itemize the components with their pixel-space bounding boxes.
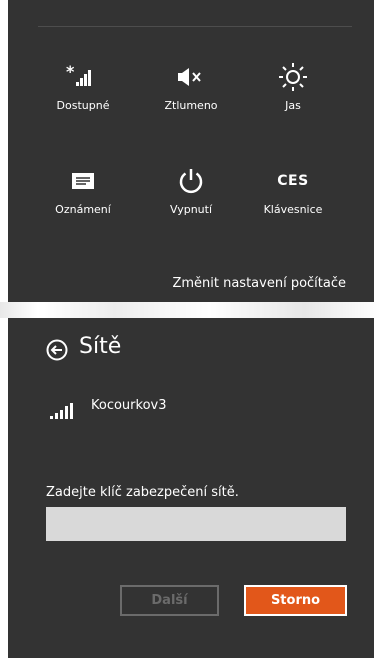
divider (38, 26, 352, 27)
network-list-item[interactable]: Kocourkov3 (48, 396, 328, 426)
quick-setting-volume-label: Ztlumeno (164, 99, 218, 112)
cancel-button[interactable]: Storno (244, 585, 347, 616)
quick-setting-notifications-label: Oznámení (55, 203, 111, 216)
quick-setting-keyboard-label: Klávesnice (263, 203, 323, 216)
screen: * Dostupné Ztlumeno Jas Oznámení Vypnutí… (0, 0, 381, 658)
brightness-icon (243, 60, 343, 94)
power-icon (141, 164, 241, 198)
quick-setting-network-label: Dostupné (56, 99, 110, 112)
keyboard-language-code: CES (277, 173, 309, 189)
quick-setting-volume[interactable]: Ztlumeno (141, 60, 241, 130)
quick-setting-power[interactable]: Vypnutí (141, 164, 241, 234)
network-name: Kocourkov3 (91, 398, 167, 413)
quick-setting-brightness-label: Jas (285, 99, 301, 112)
speaker-muted-icon (141, 60, 241, 94)
quick-setting-brightness[interactable]: Jas (243, 60, 343, 130)
notifications-icon (33, 164, 133, 198)
svg-text:*: * (66, 64, 75, 81)
settings-panel: * Dostupné Ztlumeno Jas Oznámení Vypnutí… (8, 0, 374, 302)
networks-panel: Sítě Kocourkov3 Zadejte klíč zabezpečení… (8, 318, 374, 658)
panel-separator (0, 302, 381, 318)
next-button[interactable]: Další (120, 585, 219, 616)
wifi-available-icon: * (33, 60, 133, 94)
back-arrow-icon (46, 339, 68, 361)
quick-setting-power-label: Vypnutí (169, 203, 213, 216)
page-title: Sítě (79, 334, 122, 359)
quick-setting-keyboard[interactable]: CES Klávesnice (243, 164, 343, 234)
quick-setting-network[interactable]: * Dostupné (33, 60, 133, 130)
change-pc-settings-link[interactable]: Změnit nastavení počítače (172, 276, 346, 291)
security-key-label: Zadejte klíč zabezpečení sítě. (46, 485, 239, 500)
security-key-input[interactable] (46, 507, 346, 541)
wifi-signal-icon (48, 402, 74, 424)
back-button[interactable] (46, 339, 68, 361)
keyboard-language-icon: CES (243, 164, 343, 198)
quick-setting-notifications[interactable]: Oznámení (33, 164, 133, 234)
